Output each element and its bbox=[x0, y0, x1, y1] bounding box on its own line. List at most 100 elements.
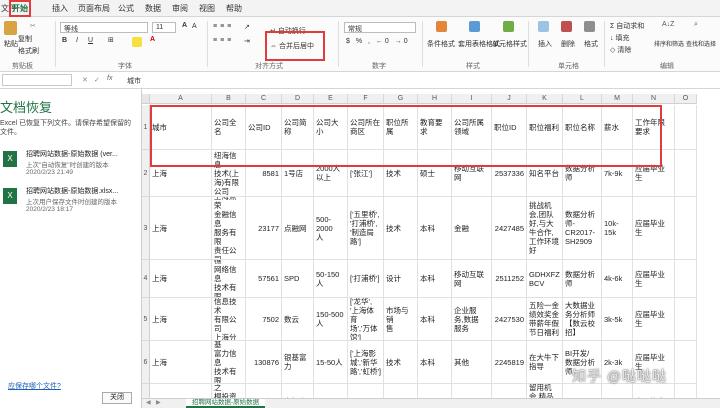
table-cell[interactable]: 银基富力 bbox=[282, 341, 314, 384]
column-header-n[interactable]: N bbox=[633, 94, 675, 104]
table-cell[interactable]: 上海银基 富力信息 技术有限 公司 bbox=[212, 341, 246, 384]
table-cell[interactable]: 应届毕业 生 bbox=[633, 298, 675, 341]
sort-filter-icon[interactable]: A↓Z bbox=[662, 21, 674, 28]
conditional-format-icon[interactable] bbox=[436, 21, 447, 32]
orientation-icon[interactable]: ↗ bbox=[244, 23, 250, 31]
tab-scroll-right-icon[interactable]: ▶ bbox=[156, 399, 161, 406]
insert-cells-icon[interactable] bbox=[538, 21, 549, 32]
table-cell[interactable]: 本科 bbox=[418, 298, 452, 341]
table-cell[interactable]: 应届毕业 生 bbox=[633, 197, 675, 260]
increase-font-icon[interactable]: A bbox=[182, 22, 187, 29]
find-select-button[interactable]: 查找和选择 bbox=[686, 39, 716, 48]
table-cell[interactable]: 上海 bbox=[150, 197, 212, 260]
column-header-j[interactable]: J bbox=[492, 94, 527, 104]
menu-page-layout[interactable]: 页面布局 bbox=[78, 3, 110, 14]
table-cell[interactable]: 7502 bbox=[246, 298, 282, 341]
table-cell[interactable]: 上海 bbox=[150, 341, 212, 384]
table-format-icon[interactable] bbox=[469, 21, 480, 32]
column-header-m[interactable]: M bbox=[602, 94, 633, 104]
table-cell[interactable]: ['打浦桥'] bbox=[348, 260, 384, 298]
menu-insert[interactable]: 插入 bbox=[52, 3, 68, 14]
table-cell[interactable]: 移动互联 网 bbox=[452, 260, 492, 298]
menu-review[interactable]: 审阅 bbox=[172, 3, 188, 14]
clear-button[interactable]: ◇ 清除 bbox=[610, 45, 631, 55]
table-cell[interactable] bbox=[675, 197, 697, 260]
table-cell[interactable]: GDHXFZ BCV bbox=[527, 260, 563, 298]
delete-button[interactable]: 删除 bbox=[561, 39, 575, 49]
table-cell[interactable] bbox=[675, 105, 697, 150]
bold-icon[interactable]: B bbox=[62, 37, 67, 44]
table-cell[interactable]: 2245819 bbox=[492, 341, 527, 384]
table-cell[interactable]: 挑战机 会,团队 好,与大 牛合作, 工作环境 好 bbox=[527, 197, 563, 260]
table-cell[interactable]: 2427530 bbox=[492, 298, 527, 341]
table-cell[interactable]: 上海 bbox=[150, 298, 212, 341]
column-header-d[interactable]: D bbox=[282, 94, 314, 104]
row-header[interactable]: 1 bbox=[142, 105, 150, 150]
table-cell[interactable]: 大数据业 务分析师 【数云校 招】 bbox=[563, 298, 602, 341]
column-header-a[interactable]: A bbox=[150, 94, 212, 104]
cancel-icon[interactable]: ✕ bbox=[82, 76, 88, 84]
column-header-k[interactable]: K bbox=[527, 94, 563, 104]
table-cell[interactable]: 57561 bbox=[246, 260, 282, 298]
table-cell[interactable]: ['五里桥', '打浦桥', '制造局 路'] bbox=[348, 197, 384, 260]
table-cell[interactable]: 50-150人 bbox=[314, 260, 348, 298]
format-painter-button[interactable]: 格式刷 bbox=[18, 46, 39, 56]
autosum-button[interactable]: Σ 自动求和 bbox=[610, 21, 644, 31]
number-format-icons[interactable]: $ % , ←0 →0 bbox=[346, 38, 410, 45]
format-button[interactable]: 格式 bbox=[584, 39, 598, 49]
fill-color-icon[interactable] bbox=[132, 37, 142, 47]
menu-view[interactable]: 视图 bbox=[199, 3, 215, 14]
table-cell[interactable]: 数据分析 师 bbox=[563, 260, 602, 298]
menu-data[interactable]: 数据 bbox=[145, 3, 161, 14]
table-cell[interactable]: 2511252 bbox=[492, 260, 527, 298]
vertical-align-icons[interactable]: ≡≡≡ bbox=[213, 23, 234, 30]
copy-button[interactable]: 复制 bbox=[18, 34, 32, 44]
table-cell[interactable]: 130876 bbox=[246, 341, 282, 384]
table-cell[interactable]: 在大牛下 指导 bbox=[527, 341, 563, 384]
column-header-c[interactable]: C bbox=[246, 94, 282, 104]
table-cell[interactable]: 500-2000 人 bbox=[314, 197, 348, 260]
column-header-o[interactable]: O bbox=[675, 94, 697, 104]
table-cell[interactable]: 3k-5k bbox=[602, 298, 633, 341]
table-cell[interactable]: 其他 bbox=[452, 341, 492, 384]
which-file-link[interactable]: 应保存哪个文件? bbox=[8, 381, 61, 391]
font-name-select[interactable]: 等线 bbox=[60, 22, 148, 33]
column-header-i[interactable]: I bbox=[452, 94, 492, 104]
table-cell[interactable] bbox=[675, 260, 697, 298]
table-cell[interactable]: 金融 bbox=[452, 197, 492, 260]
table-cell[interactable]: 应届毕业 生 bbox=[633, 260, 675, 298]
table-cell[interactable]: 23177 bbox=[246, 197, 282, 260]
column-header-h[interactable]: H bbox=[418, 94, 452, 104]
table-cell[interactable] bbox=[675, 150, 697, 197]
row-header[interactable]: 2 bbox=[142, 150, 150, 197]
italic-icon[interactable]: I bbox=[76, 37, 78, 44]
fill-button[interactable]: ↓ 填充 bbox=[610, 33, 629, 43]
paste-button[interactable]: 粘贴 bbox=[4, 39, 18, 49]
row-header[interactable]: 6 bbox=[142, 341, 150, 384]
column-header-l[interactable]: L bbox=[563, 94, 602, 104]
name-box[interactable] bbox=[2, 74, 72, 86]
table-cell[interactable]: 2427485 bbox=[492, 197, 527, 260]
table-cell[interactable]: 上海点荣 金融信息 服务有限 责任公司 bbox=[212, 197, 246, 260]
table-cell[interactable]: 上海 bbox=[150, 260, 212, 298]
table-cell[interactable]: 4k-6k bbox=[602, 260, 633, 298]
font-size-select[interactable]: 11 bbox=[152, 22, 176, 33]
menu-formulas[interactable]: 公式 bbox=[118, 3, 134, 14]
decrease-font-icon[interactable]: A bbox=[192, 23, 197, 30]
table-cell[interactable]: 技术 bbox=[384, 341, 418, 384]
table-cell[interactable]: 点融网 bbox=[282, 197, 314, 260]
table-cell[interactable]: 本科 bbox=[418, 260, 452, 298]
table-cell[interactable]: 企业服 务,数据 服务 bbox=[452, 298, 492, 341]
menu-help[interactable]: 帮助 bbox=[226, 3, 242, 14]
cell-styles-button[interactable]: 单元格样式 bbox=[492, 39, 527, 49]
table-cell[interactable] bbox=[675, 341, 697, 384]
close-recovery-button[interactable]: 关闭 bbox=[102, 392, 132, 404]
table-cell[interactable]: 技术 bbox=[384, 197, 418, 260]
horizontal-align-icons[interactable]: ≡≡≡ bbox=[213, 37, 234, 44]
table-cell[interactable]: 五险一金 绩效奖金 带薪年假 节日福利 bbox=[527, 298, 563, 341]
table-cell[interactable]: 数云 bbox=[282, 298, 314, 341]
row-header[interactable]: 5 bbox=[142, 298, 150, 341]
indent-icon[interactable]: ⇥ bbox=[244, 37, 250, 45]
column-header-b[interactable]: B bbox=[212, 94, 246, 104]
format-cells-icon[interactable] bbox=[584, 21, 595, 32]
